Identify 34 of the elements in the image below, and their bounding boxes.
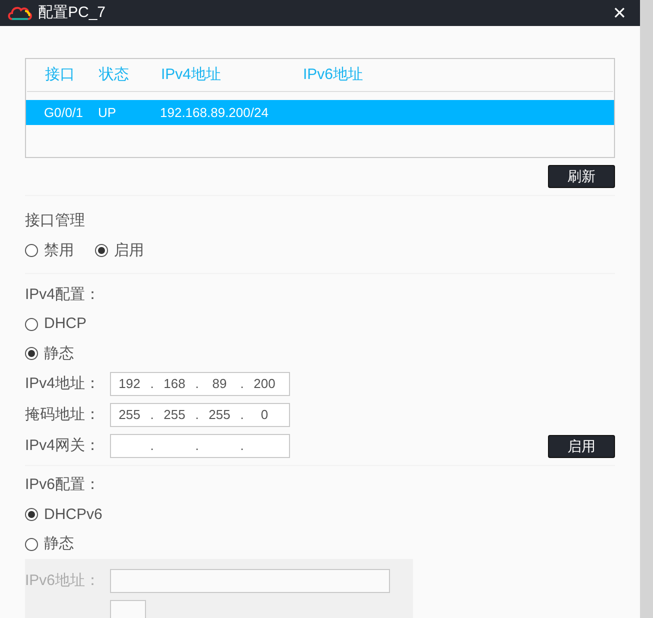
radio-option[interactable]: 静态 — [25, 342, 615, 365]
section-title: IPv6配置： — [25, 475, 102, 495]
field-label: IPv6地址： — [25, 570, 102, 591]
radio-button[interactable] — [25, 508, 38, 522]
radio-button[interactable] — [95, 244, 108, 258]
section-title: IPv4配置： — [25, 284, 102, 304]
field-label: IPv4地址： — [25, 374, 102, 394]
radio-option[interactable]: 启用 — [95, 240, 144, 262]
radio-button[interactable] — [25, 347, 38, 360]
radio-option[interactable]: DHCPv6 — [25, 504, 615, 526]
table-cell-text: UP — [98, 104, 118, 122]
radio-option[interactable]: DHCP — [25, 313, 615, 336]
close-button[interactable]: × — [607, 2, 632, 24]
field-label: 掩码地址： — [25, 404, 101, 425]
window-title: 配置PC_7 — [38, 2, 106, 23]
table-cell-text: G0/0/1 — [43, 104, 84, 122]
radio-option[interactable]: 禁用 — [25, 240, 74, 262]
cloud-icon — [8, 6, 32, 20]
radio-button[interactable] — [25, 244, 38, 258]
table-cell-text: 192.168.89.200/24 — [160, 104, 270, 122]
section-title: 接口管理 — [25, 211, 86, 231]
apply-button[interactable]: 启用 — [548, 435, 615, 458]
column-header: IPv6地址 — [303, 64, 364, 85]
field-label: IPv4网关： — [25, 436, 102, 456]
refresh-button[interactable]: 刷新 — [548, 165, 615, 188]
ip-address-field[interactable]: . . . — [110, 434, 290, 458]
column-header: 状态 — [99, 64, 130, 85]
column-header: IPv4地址 — [161, 64, 222, 85]
ip-address-field[interactable]: 255 . 255 . 255 . 0 — [110, 403, 290, 427]
radio-button[interactable] — [25, 538, 38, 551]
radio-button[interactable] — [25, 318, 38, 331]
radio-option[interactable]: 静态 — [25, 533, 615, 556]
ip-address-field[interactable]: 192 . 168 . 89 . 200 — [110, 372, 290, 396]
column-header: 接口 — [44, 64, 76, 85]
